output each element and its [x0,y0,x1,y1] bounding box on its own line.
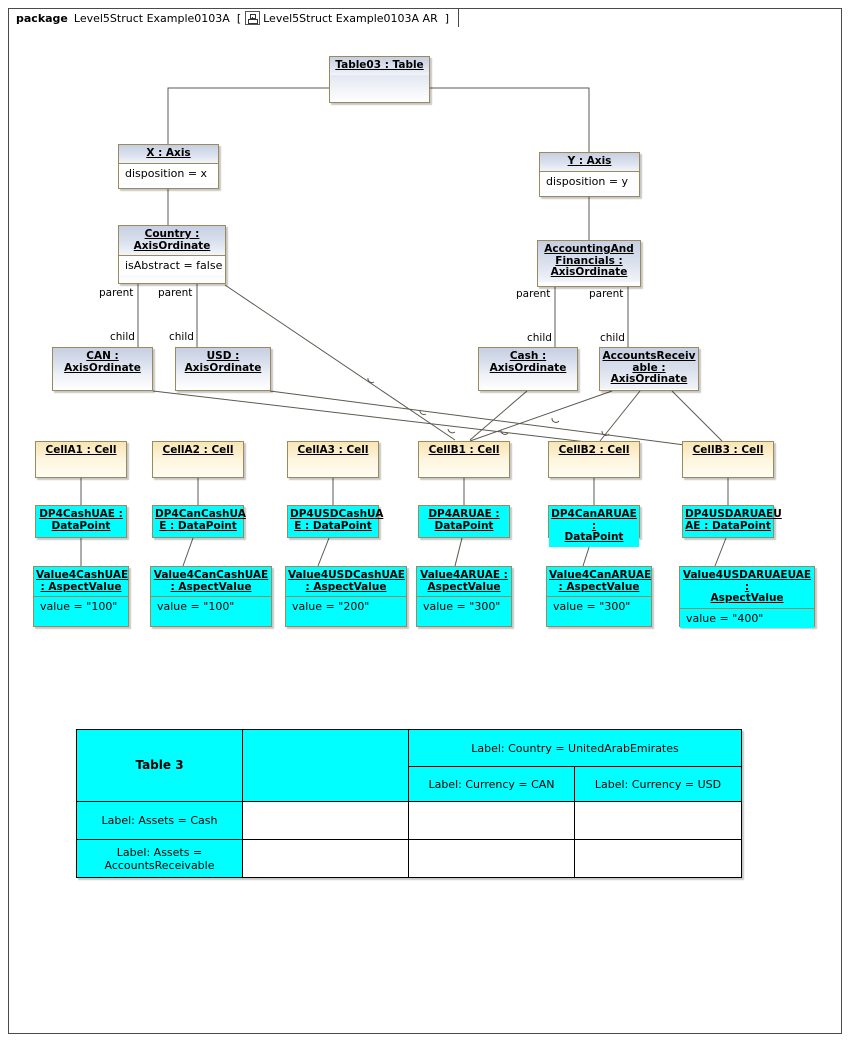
table-row: Label: Assets = Cash [76,801,742,840]
edge-label-child-cash: child [527,332,552,344]
edge-label-parent-can: parent [99,287,134,299]
node-value4canaruae[interactable]: Value4CanARUAE: AspectValue value = "300… [546,566,652,627]
edge-label-parent-cash: parent [516,288,551,300]
table-data-cell [408,801,575,840]
node-av1-attr: value = "100" [34,596,128,616]
node-dp5-title: DP4CanARUAE : DataPoint [549,506,639,547]
node-usd[interactable]: USD : AxisOrdinate [175,347,271,391]
node-av4-attr: value = "300" [417,596,511,616]
node-cellB2-title: CellB2 : Cell [549,442,639,460]
table-country-header: Label: Country = UnitedArabEmirates [408,729,742,767]
diagram-canvas: package Level5Struct Example0103A [ Leve… [0,0,850,1042]
rendered-table: Table 3 Label: Country = UnitedArabEmira… [76,729,742,878]
node-value4usdcashuae[interactable]: Value4USDCashUAE: AspectValue value = "2… [285,566,407,627]
table-data-cell [408,839,575,878]
table-spacer-cell [242,729,409,802]
node-av2-attr: value = "100" [151,596,271,616]
table-currency-can-header: Label: Currency = CAN [408,766,575,802]
diagram-frame-icon [245,11,261,25]
node-dp3-title: DP4USDCashUA E : DataPoint [288,506,383,535]
node-cellA2-title: CellA2 : Cell [153,442,243,460]
package-keyword: package [16,11,68,25]
edge-label-child-can: child [110,331,135,343]
node-cellB1-title: CellB1 : Cell [419,442,509,460]
node-x-axis-attr: disposition = x [119,162,218,183]
node-av3-title: Value4USDCashUAE: AspectValue [286,567,406,596]
node-x-axis-title: X : Axis [119,145,218,163]
table-row-header-ar: Label: Assets = AccountsReceivable [76,839,243,878]
node-cellB2[interactable]: CellB2 : Cell [548,441,640,478]
node-dp1-title: DP4CashUAE : DataPoint [36,506,126,535]
table-data-cell [574,839,742,878]
node-x-axis[interactable]: X : Axis disposition = x [118,144,219,189]
edge-label-child-usd: child [169,331,194,343]
node-dp4cancashuae[interactable]: DP4CanCashUA E : DataPoint [152,505,246,538]
table-data-cell [242,801,409,840]
table-row: Label: Assets = AccountsReceivable [76,839,742,878]
node-cellA1[interactable]: CellA1 : Cell [35,441,127,478]
node-y-axis[interactable]: Y : Axis disposition = y [539,152,640,197]
table-data-cell [574,801,742,840]
node-dp4canaruae[interactable]: DP4CanARUAE : DataPoint [548,505,640,547]
node-av1-title: Value4CashUAE: AspectValue [34,567,128,596]
table-row-header-cash: Label: Assets = Cash [76,801,243,840]
node-av5-title: Value4CanARUAE: AspectValue [547,567,651,596]
node-cellA3-title: CellA3 : Cell [288,442,378,460]
node-value4aruae[interactable]: Value4ARUAE : AspectValue value = "300" [416,566,512,627]
bracket-close: ] [444,11,450,25]
node-accounts-receivable[interactable]: AccountsReceiv able : AxisOrdinate [599,347,699,391]
table-title-cell: Table 3 [76,729,243,802]
table-data-cell [242,839,409,878]
node-cellB3[interactable]: CellB3 : Cell [682,441,774,478]
node-cellA2[interactable]: CellA2 : Cell [152,441,244,478]
table-row: Table 3 Label: Country = UnitedArabEmira… [76,729,742,802]
node-av2-title: Value4CanCashUAE: AspectValue [151,567,271,596]
node-av6-title: Value4USDARUAEUAE : AspectValue [680,567,814,608]
edge-label-child-ar: child [600,332,625,344]
table-currency-usd-header: Label: Currency = USD [574,766,742,802]
package-name: Level5Struct Example0103A [73,11,230,25]
node-cash[interactable]: Cash : AxisOrdinate [478,347,578,391]
node-accfin-title: AccountingAnd Financials : AxisOrdinate [538,241,640,282]
node-cellA1-title: CellA1 : Cell [36,442,126,460]
node-cellA3[interactable]: CellA3 : Cell [287,441,379,478]
node-av4-title: Value4ARUAE : AspectValue [417,567,511,596]
node-dp2-title: DP4CanCashUA E : DataPoint [153,506,246,535]
edge-label-parent-ar: parent [589,288,624,300]
node-ar-title: AccountsReceiv able : AxisOrdinate [600,348,698,389]
table-row-header-ar-line2: AccountsReceivable [104,858,215,872]
bracket-open: [ [236,11,242,25]
node-cellB3-title: CellB3 : Cell [683,442,773,460]
node-y-axis-attr: disposition = y [540,170,639,191]
node-table03-title: Table03 : Table [330,57,429,75]
node-can[interactable]: CAN : AxisOrdinate [52,347,153,391]
node-dp4cashuae[interactable]: DP4CashUAE : DataPoint [35,505,127,538]
diagram-name: Level5Struct Example0103A AR [263,11,438,25]
node-av5-attr: value = "300" [547,596,651,616]
node-dp6-title: DP4USDARUAEU AE : DataPoint [683,506,782,535]
node-value4usdaruaeuae[interactable]: Value4USDARUAEUAE : AspectValue value = "… [679,566,815,628]
node-country-attr: isAbstract = false [119,255,225,275]
node-cash-title: Cash : AxisOrdinate [479,348,577,377]
node-dp4usdaruaeuae[interactable]: DP4USDARUAEU AE : DataPoint [682,505,782,538]
node-dp4-title: DP4ARUAE : DataPoint [419,506,509,535]
package-frame-header: package Level5Struct Example0103A [ Leve… [8,8,460,27]
node-dp4usdcashuae[interactable]: DP4USDCashUA E : DataPoint [287,505,383,538]
node-av3-attr: value = "200" [286,596,406,616]
node-accounting-and-financials[interactable]: AccountingAnd Financials : AxisOrdinate [537,240,641,287]
node-can-title: CAN : AxisOrdinate [53,348,152,377]
node-country[interactable]: Country : AxisOrdinate isAbstract = fals… [118,225,226,284]
node-y-axis-title: Y : Axis [540,153,639,171]
node-usd-title: USD : AxisOrdinate [176,348,270,377]
node-table03[interactable]: Table03 : Table [329,56,430,103]
node-value4cashuae[interactable]: Value4CashUAE: AspectValue value = "100" [33,566,129,627]
edge-label-parent-usd: parent [158,287,193,299]
table-row-header-ar-line1: Label: Assets = [116,845,203,859]
node-av6-attr: value = "400" [680,607,814,628]
node-country-title: Country : AxisOrdinate [119,226,225,255]
node-value4cancashuae[interactable]: Value4CanCashUAE: AspectValue value = "1… [150,566,272,627]
node-cellB1[interactable]: CellB1 : Cell [418,441,510,478]
node-dp4aruae[interactable]: DP4ARUAE : DataPoint [418,505,510,538]
